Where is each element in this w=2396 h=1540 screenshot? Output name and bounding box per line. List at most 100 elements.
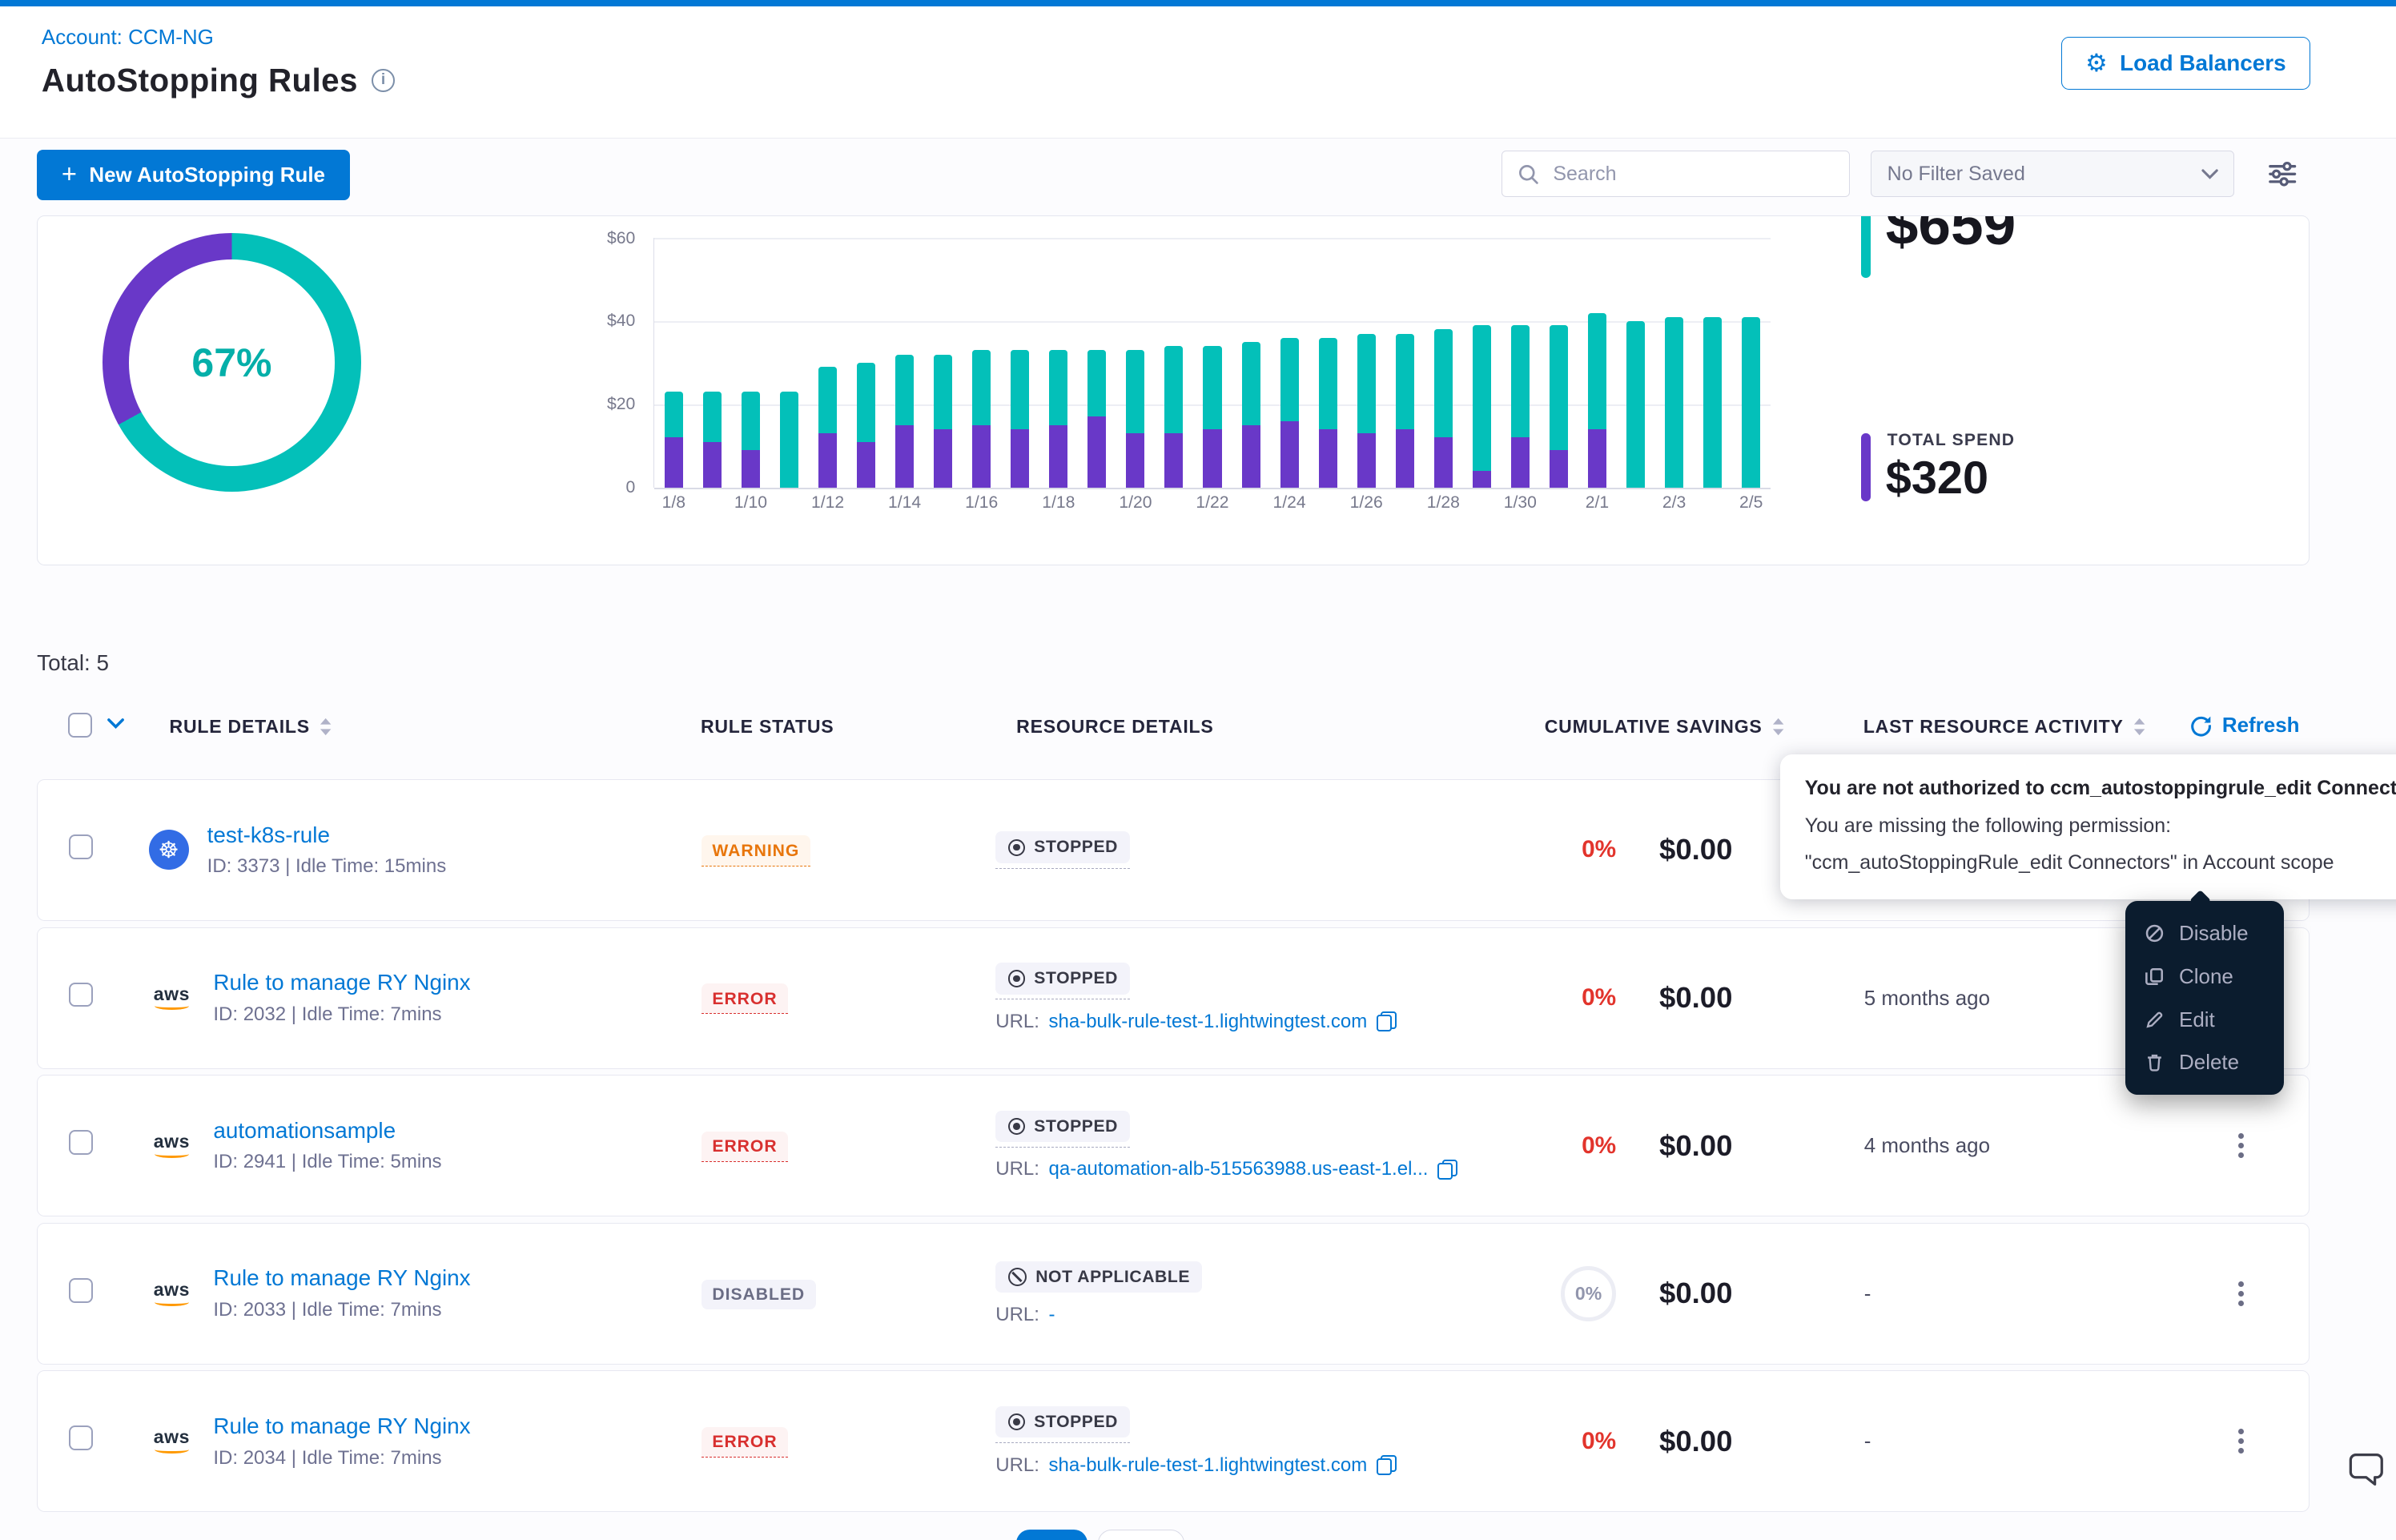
x-tick-label: 1/26 bbox=[1350, 493, 1383, 513]
aws-icon: aws bbox=[149, 986, 195, 1011]
x-tick-label: 1/30 bbox=[1504, 493, 1537, 513]
menu-item-delete[interactable]: Delete bbox=[2125, 1041, 2284, 1084]
resource-url-link[interactable]: qa-automation-alb-515563988.us-east-1.el… bbox=[1048, 1158, 1428, 1180]
chat-bubble-icon bbox=[2347, 1448, 2389, 1490]
stopped-icon bbox=[1008, 1413, 1025, 1430]
bar-1-13 bbox=[847, 238, 886, 488]
info-icon[interactable] bbox=[372, 69, 395, 92]
table-header: RULE DETAILS RULE STATUS RESOURCE DETAIL… bbox=[37, 696, 2310, 758]
row-checkbox[interactable] bbox=[69, 1425, 94, 1450]
bar-1-29 bbox=[1462, 238, 1501, 488]
menu-item-clone[interactable]: Clone bbox=[2125, 955, 2284, 998]
autostopping-rules-page: Account: CCM-NG AutoStopping Rules Load … bbox=[0, 0, 2396, 1540]
tooltip-line-2: You are missing the following permission… bbox=[1805, 807, 2396, 844]
rule-name-link[interactable]: test-k8s-rule bbox=[207, 822, 447, 848]
bar-1-16: 1/16 bbox=[963, 238, 1001, 488]
menu-item-label: Disable bbox=[2179, 921, 2249, 946]
row-context-menu: Disable Clone Edit Delete bbox=[2125, 901, 2284, 1095]
title-row: AutoStopping Rules bbox=[42, 62, 395, 99]
bar-2-5: 2/5 bbox=[1732, 238, 1771, 488]
resource-state-badge[interactable]: STOPPED bbox=[995, 963, 1130, 994]
resource-url-link[interactable]: sha-bulk-rule-test-1.lightwingtest.com bbox=[1048, 1011, 1367, 1033]
new-autostopping-rule-button[interactable]: + New AutoStopping Rule bbox=[37, 150, 350, 200]
savings-donut-chart: 67% bbox=[103, 233, 361, 492]
bar-1-22: 1/22 bbox=[1193, 238, 1232, 488]
column-last-resource-activity[interactable]: LAST RESOURCE ACTIVITY bbox=[1863, 716, 2147, 738]
pagination-active-page[interactable] bbox=[1016, 1530, 1087, 1540]
x-tick-label: 1/28 bbox=[1427, 493, 1460, 513]
column-rule-status: RULE STATUS bbox=[701, 716, 834, 738]
rule-name-link[interactable]: Rule to manage RY Nginx bbox=[213, 1413, 470, 1439]
sort-icon bbox=[319, 717, 332, 737]
x-tick-label: 1/20 bbox=[1119, 493, 1152, 513]
filter-sliders-icon bbox=[2267, 160, 2298, 188]
bar-1-9 bbox=[693, 238, 731, 488]
select-menu-chevron-icon[interactable] bbox=[107, 718, 125, 730]
resource-state-badge[interactable]: STOPPED bbox=[995, 831, 1130, 862]
resource-state-badge[interactable]: NOT APPLICABLE bbox=[995, 1261, 1202, 1293]
search-icon bbox=[1518, 163, 1539, 185]
row-checkbox[interactable] bbox=[69, 983, 94, 1007]
filter-settings-button[interactable] bbox=[2267, 160, 2298, 194]
copy-icon[interactable] bbox=[1437, 1160, 1457, 1180]
row-checkbox[interactable] bbox=[69, 834, 94, 859]
menu-item-disable[interactable]: Disable bbox=[2125, 911, 2284, 955]
copy-icon[interactable] bbox=[1377, 1455, 1397, 1475]
load-balancers-button[interactable]: Load Balancers bbox=[2061, 37, 2310, 89]
help-chat-button[interactable] bbox=[2347, 1448, 2389, 1495]
bar-1-19 bbox=[1078, 238, 1116, 488]
search-input[interactable] bbox=[1550, 161, 1834, 187]
not-applicable-icon bbox=[1008, 1268, 1027, 1286]
savings-amount: $0.00 bbox=[1659, 833, 1732, 867]
row-checkbox[interactable] bbox=[69, 1278, 94, 1303]
pagination-next-page[interactable] bbox=[1098, 1530, 1184, 1540]
bar-1-15 bbox=[924, 238, 963, 488]
total-spend-value: $320 bbox=[1886, 452, 1988, 505]
x-tick-label: 1/22 bbox=[1196, 493, 1228, 513]
row-checkbox[interactable] bbox=[69, 1130, 94, 1155]
copy-icon[interactable] bbox=[1377, 1011, 1397, 1031]
rule-status-badge[interactable]: ERROR bbox=[702, 983, 788, 1014]
rule-status-badge[interactable]: DISABLED bbox=[702, 1280, 816, 1309]
bar-1-17 bbox=[1001, 238, 1039, 488]
aws-icon: aws bbox=[149, 1281, 195, 1306]
url-label: URL: bbox=[995, 1454, 1039, 1477]
menu-item-label: Clone bbox=[2179, 964, 2233, 989]
savings-percent: 0% bbox=[1582, 1132, 1616, 1160]
resource-state-badge[interactable]: STOPPED bbox=[995, 1406, 1130, 1437]
bar-1-24: 1/24 bbox=[1270, 238, 1309, 488]
last-activity: 5 months ago bbox=[1843, 986, 2173, 1011]
row-menu-button[interactable] bbox=[2233, 1128, 2250, 1164]
total-count: Total: 5 bbox=[37, 650, 109, 676]
bar-2-3: 2/3 bbox=[1655, 238, 1694, 488]
bar-1-31 bbox=[1539, 238, 1578, 488]
refresh-button[interactable]: Refresh bbox=[2189, 713, 2299, 738]
last-activity: 4 months ago bbox=[1843, 1133, 2173, 1158]
menu-item-edit[interactable]: Edit bbox=[2125, 998, 2284, 1041]
rule-status-badge[interactable]: ERROR bbox=[702, 1427, 788, 1458]
x-tick-label: 1/8 bbox=[662, 493, 685, 513]
select-all-checkbox[interactable] bbox=[68, 713, 93, 738]
row-menu-button[interactable] bbox=[2233, 1423, 2250, 1460]
resource-url-link[interactable]: - bbox=[1048, 1304, 1055, 1326]
aws-icon: aws bbox=[149, 1429, 195, 1454]
account-breadcrumb[interactable]: Account: CCM-NG bbox=[42, 25, 214, 50]
filter-saved-dropdown[interactable]: No Filter Saved bbox=[1871, 151, 2234, 197]
column-rule-details[interactable]: RULE DETAILS bbox=[170, 716, 333, 738]
rule-status-badge[interactable]: ERROR bbox=[702, 1132, 788, 1162]
x-tick-label: 1/12 bbox=[811, 493, 844, 513]
row-menu-button[interactable] bbox=[2233, 1275, 2250, 1312]
rule-name-link[interactable]: Rule to manage RY Nginx bbox=[213, 1265, 470, 1291]
bar-1-28: 1/28 bbox=[1424, 238, 1462, 488]
rule-name-link[interactable]: Rule to manage RY Nginx bbox=[213, 970, 470, 995]
resource-state-badge[interactable]: STOPPED bbox=[995, 1111, 1130, 1142]
last-activity: - bbox=[1843, 1429, 2173, 1454]
tooltip-line-3: "ccm_autoStoppingRule_edit Connectors" i… bbox=[1805, 844, 2396, 881]
stopped-icon bbox=[1008, 970, 1025, 987]
column-cumulative-savings[interactable]: CUMULATIVE SAVINGS bbox=[1545, 716, 1786, 738]
rule-name-link[interactable]: automationsample bbox=[213, 1118, 441, 1144]
y-tick-label: $20 bbox=[555, 395, 635, 414]
menu-item-label: Delete bbox=[2179, 1050, 2239, 1075]
rule-status-badge[interactable]: WARNING bbox=[702, 835, 810, 866]
resource-url-link[interactable]: sha-bulk-rule-test-1.lightwingtest.com bbox=[1048, 1454, 1367, 1477]
